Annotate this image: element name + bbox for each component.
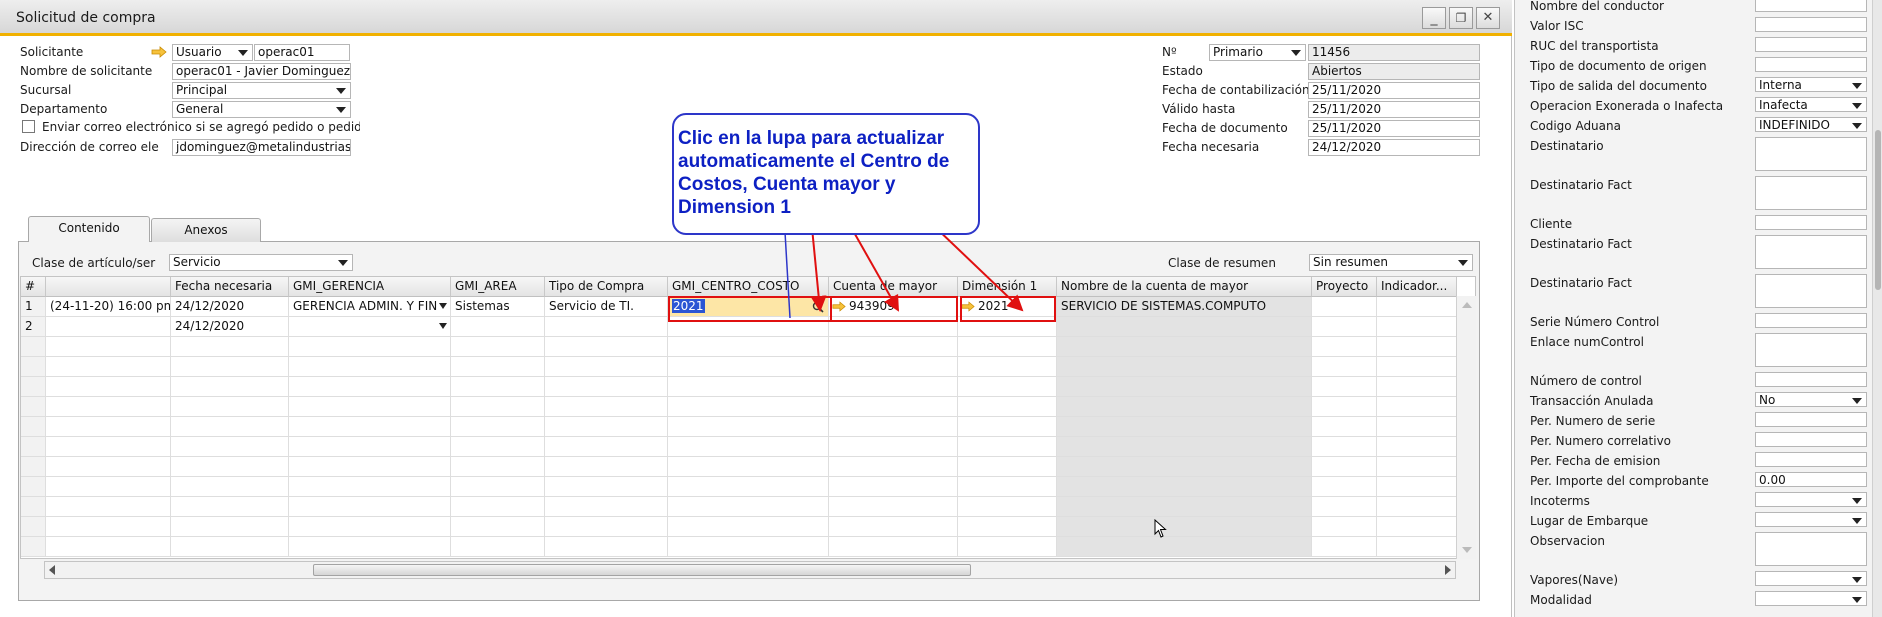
side-field-label: Lugar de Embarque [1530, 514, 1649, 528]
side-field-input[interactable] [1755, 17, 1867, 32]
side-field-label: Número de control [1530, 374, 1642, 388]
side-field-input[interactable] [1755, 333, 1867, 367]
purchase-request-window: Solicitud de compra _ ❐ ✕ Solicitante Us… [0, 0, 1512, 617]
side-field-label: Destinatario Fact [1530, 237, 1632, 251]
side-field-select[interactable]: No [1755, 392, 1867, 407]
side-field-label: Nombre del conductor [1530, 0, 1664, 13]
side-field-select[interactable] [1755, 571, 1867, 586]
side-field-label: Operacion Exonerada o Inafecta [1530, 99, 1724, 113]
side-field-input[interactable] [1755, 215, 1867, 230]
side-field-select[interactable]: INDEFINIDO [1755, 117, 1867, 132]
side-field-label: Observacion [1530, 534, 1605, 548]
side-field-label: Tipo de documento de origen [1530, 59, 1707, 73]
scrollbar-thumb[interactable] [1875, 130, 1881, 290]
side-field-select[interactable] [1755, 591, 1867, 606]
side-field-label: Incoterms [1530, 494, 1590, 508]
side-field-label: Enlace numControl [1530, 335, 1644, 349]
side-field-input[interactable] [1755, 372, 1867, 387]
side-field-input[interactable] [1755, 137, 1867, 171]
side-field-input[interactable] [1755, 313, 1867, 328]
annotation-arrows [745, 204, 1024, 319]
side-field-label: Destinatario Fact [1530, 276, 1632, 290]
side-field-label: Destinatario Fact [1530, 178, 1632, 192]
side-field-label: Per. Importe del comprobante [1530, 474, 1709, 488]
side-field-select[interactable] [1755, 512, 1867, 527]
side-field-input[interactable] [1755, 235, 1867, 269]
side-field-input[interactable] [1755, 274, 1867, 308]
callout-text: Clic en la lupa para actualizar automati… [678, 128, 950, 218]
side-field-select[interactable]: Inafecta [1755, 97, 1867, 112]
side-field-label: Per. Numero de serie [1530, 414, 1656, 428]
side-field-select[interactable]: Interna [1755, 77, 1867, 92]
side-field-label: Tipo de salida del documento [1530, 79, 1707, 93]
side-field-label: Transacción Anulada [1530, 394, 1654, 408]
callout-pointer [745, 231, 791, 319]
side-field-input[interactable] [1755, 452, 1867, 467]
side-field-input[interactable] [1755, 176, 1867, 210]
side-field-label: Codigo Aduana [1530, 119, 1621, 133]
side-field-label: Modalidad [1530, 593, 1592, 607]
side-field-input[interactable] [1755, 412, 1867, 427]
mouse-cursor-icon [1154, 519, 1167, 538]
side-field-input[interactable] [1755, 432, 1867, 447]
side-field-label: Valor ISC [1530, 19, 1584, 33]
user-defined-fields-panel: Nombre del conductor Valor ISC RUC del tra… [1514, 0, 1882, 617]
side-field-input[interactable] [1755, 57, 1867, 72]
side-field-label: Vapores(Nave) [1530, 573, 1619, 587]
side-field-select[interactable] [1755, 492, 1867, 507]
side-field-input[interactable] [1755, 532, 1867, 566]
side-field-label: Cliente [1530, 217, 1573, 231]
side-field-label: Per. Numero correlativo [1530, 434, 1672, 448]
side-field-label: Serie Número Control [1530, 315, 1660, 329]
side-field-label: RUC del transportista [1530, 39, 1659, 53]
side-field-input[interactable] [1755, 37, 1867, 52]
side-field-input[interactable] [1755, 0, 1867, 12]
side-field-label: Per. Fecha de emision [1530, 454, 1661, 468]
instruction-callout: Clic en la lupa para actualizar automati… [672, 113, 980, 235]
side-field-label: Destinatario [1530, 139, 1604, 153]
side-field-input[interactable]: 0.00 [1755, 472, 1867, 487]
side-panel-scrollbar[interactable] [1872, 0, 1882, 617]
